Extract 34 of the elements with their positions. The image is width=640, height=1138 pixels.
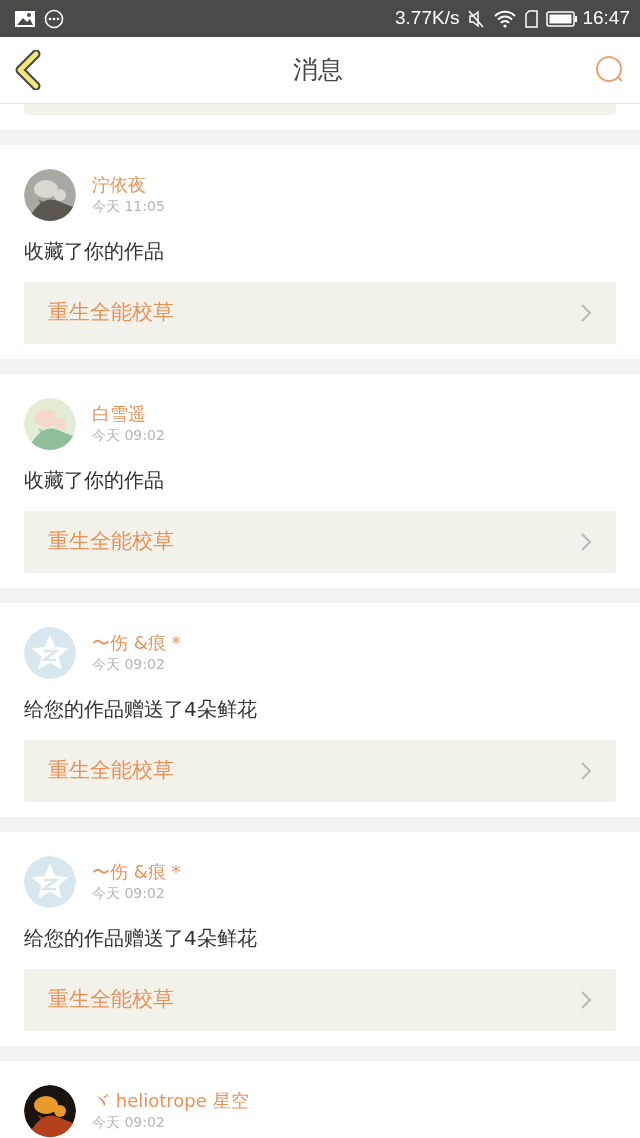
mute-icon: [467, 8, 486, 29]
user-name[interactable]: 〜伤 &痕 *: [92, 632, 181, 654]
default-avatar-icon: [24, 856, 76, 908]
user-name[interactable]: 白雪遥: [92, 403, 165, 425]
work-link[interactable]: 重生全能校草: [24, 740, 616, 802]
message-text: 收藏了你的作品: [24, 238, 165, 265]
work-link[interactable]: 重生全能校草: [24, 282, 616, 344]
timestamp: 今天 09:02: [92, 884, 166, 903]
message-text: 给您的作品赠送了4朵鲜花: [24, 925, 258, 952]
more-icon: [44, 8, 64, 29]
page-title: 消息: [293, 54, 343, 87]
timestamp: 今天 09:02: [92, 655, 166, 674]
timestamp: 今天 09:02: [92, 1113, 166, 1132]
sim-card-icon: [525, 9, 539, 28]
chevron-right-icon: [580, 990, 592, 1010]
default-avatar-icon: [24, 627, 76, 679]
wifi-icon: [493, 9, 518, 28]
message-text: 收藏了你的作品: [24, 467, 165, 494]
battery-icon: [546, 9, 579, 28]
work-link[interactable]: 重生全能校草: [24, 969, 616, 1031]
timestamp: 今天 09:02: [92, 426, 165, 445]
timestamp: 今天 11:05: [92, 197, 165, 216]
image-icon: [14, 9, 36, 28]
work-link[interactable]: 重生全能校草: [24, 511, 616, 573]
back-icon[interactable]: [14, 50, 42, 90]
chevron-right-icon: [580, 761, 592, 781]
clock: 16:47: [582, 6, 630, 31]
chevron-right-icon: [580, 532, 592, 552]
user-name[interactable]: 泞依夜: [92, 174, 165, 196]
chevron-right-icon: [580, 303, 592, 323]
network-speed: 3.77K/s: [395, 6, 460, 31]
message-text: 给您的作品赠送了4朵鲜花: [24, 696, 258, 723]
user-name[interactable]: ヾ heliotrope 星空: [92, 1090, 249, 1112]
user-name[interactable]: 〜伤 &痕 *: [92, 861, 181, 883]
